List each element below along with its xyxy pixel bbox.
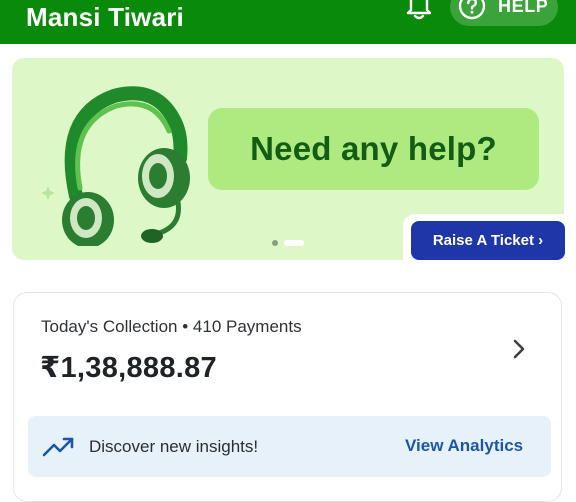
app-header: Mansi Tiwari HELP <box>0 0 576 44</box>
insights-banner[interactable]: Discover new insights! View Analytics <box>28 416 551 477</box>
question-circle-icon <box>458 0 486 20</box>
carousel-dot-2-active[interactable] <box>284 240 304 246</box>
collection-title: Today's Collection <box>41 317 178 336</box>
chevron-right-icon[interactable] <box>512 338 526 360</box>
insights-text: Discover new insights! <box>89 437 259 456</box>
help-button[interactable]: HELP <box>450 0 558 26</box>
headset-icon <box>41 86 190 246</box>
raise-ticket-label: Raise A Ticket <box>432 232 534 249</box>
carousel-indicator <box>272 239 312 247</box>
separator-dot: • <box>182 317 189 336</box>
page-title: Mansi Tiwari <box>26 2 184 32</box>
payments-count: 410 Payments <box>192 317 302 336</box>
collection-card[interactable]: Today's Collection • 410 Payments ₹1,38,… <box>13 292 562 502</box>
help-label: HELP <box>498 0 549 16</box>
help-message-bubble: Need any help? <box>208 108 539 190</box>
carousel-dot-1[interactable] <box>272 240 278 246</box>
trending-up-icon <box>42 437 74 457</box>
raise-ticket-button[interactable]: Raise A Ticket › <box>411 221 565 260</box>
view-analytics-link[interactable]: View Analytics <box>405 436 523 456</box>
help-message: Need any help? <box>250 130 497 167</box>
collection-amount: ₹1,38,888.87 <box>40 352 217 384</box>
bell-icon[interactable] <box>404 0 434 20</box>
collection-label-row: Today's Collection • 410 Payments <box>41 317 302 337</box>
chevron-right-icon: › <box>538 232 544 249</box>
